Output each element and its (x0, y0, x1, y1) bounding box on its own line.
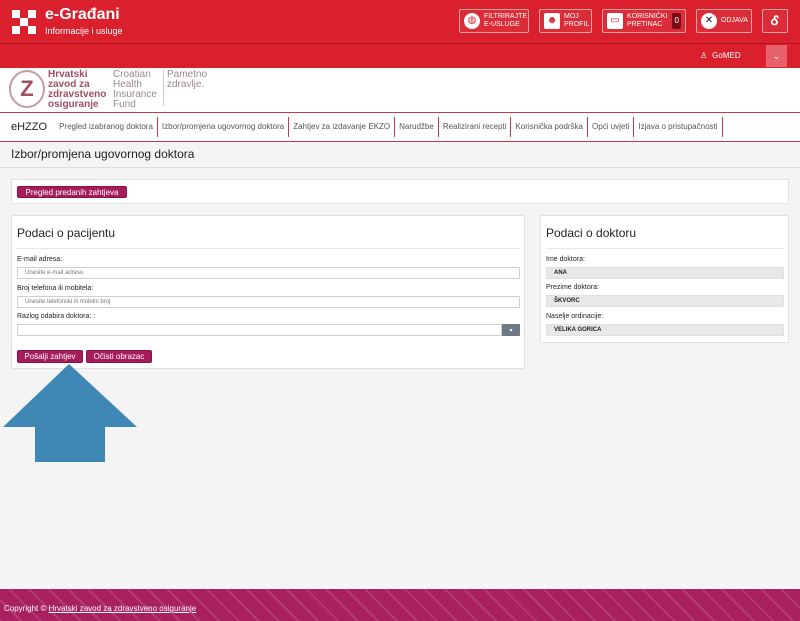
my-profile-button[interactable]: ☻ MOJ PROFIL (539, 9, 592, 33)
doctor-first-name-value: ANA (546, 267, 784, 279)
page-title: Izbor/promjena ugovornog doktora (11, 147, 195, 161)
hzzo-name-hr: Hrvatski zavod za zdravstveno osiguranje (48, 69, 107, 110)
user-menu[interactable]: ♙ GoMED (700, 51, 741, 60)
logout-button[interactable]: ✕ ODJAVA (696, 9, 752, 33)
patient-title-divider (17, 248, 520, 249)
doctor-last-name-value: ŠKVORC (546, 295, 784, 307)
accessibility-icon[interactable]: Ꮄ (762, 9, 788, 33)
nav-item-zahtjev-ekzo[interactable]: Zahtjev za izdavanje EKZO (289, 117, 396, 137)
brand-subtitle: Informacije i usluge (45, 26, 123, 36)
footer-copyright: Copyright © Hrvatski zavod za zdravstven… (4, 604, 196, 613)
user-name: GoMED (712, 51, 741, 60)
review-requests-button[interactable]: Pregled predanih zahtjeva (17, 186, 127, 198)
footer: Copyright © Hrvatski zavod za zdravstven… (0, 589, 800, 621)
reason-select[interactable] (17, 324, 502, 336)
phone-label: Broj telefona ili mobitela: (17, 285, 94, 292)
user-bar: ♙ GoMED ⌄ (0, 43, 800, 68)
footer-prefix: Copyright © (4, 604, 49, 613)
hzzo-name-en: Croatian Health Insurance Fund (113, 69, 157, 110)
e-gradani-brand[interactable]: e-Građani Informacije i usluge (12, 7, 123, 37)
inbox-label-1: KORISNIČKI (627, 13, 668, 20)
nav-item-korisnicka-podrska[interactable]: Korisnička podrška (511, 117, 589, 137)
nav-item-pregled-doktora[interactable]: Pregled izabranog doktora (55, 117, 158, 137)
clear-form-button[interactable]: Očisti obrazac (86, 350, 152, 363)
reason-label: Razlog odabira doktora: : (17, 313, 96, 320)
filter-globe-icon: ◍ (464, 13, 480, 29)
top-bar: e-Građani Informacije i usluge ◍ FILTRIR… (0, 0, 800, 43)
filter-label-1: FILTRIRAJTE (484, 13, 528, 20)
doctor-title-divider (546, 248, 784, 249)
inbox-label-2: PRETINAC (627, 21, 663, 28)
hzzo-header: Z Hrvatski zavod za zdravstveno osiguranje … (0, 68, 800, 112)
doctor-section-title: Podaci o doktoru (546, 226, 637, 240)
user-icon: ♙ (700, 51, 708, 60)
email-label: E-mail adresa: (17, 256, 63, 263)
inbox-count-badge: 0 (672, 13, 681, 29)
phone-field[interactable]: Unesite telefonski ili mobilni broj (17, 296, 520, 308)
doctor-town-value: VELIKA GORICA (546, 324, 784, 336)
e-gradani-logo-icon (12, 10, 36, 34)
doctor-first-name-label: Ime doktora: (546, 256, 585, 263)
close-icon: ✕ (701, 13, 717, 29)
nav-item-realizirani-recepti[interactable]: Realizirani recepti (439, 117, 512, 137)
review-panel: Pregled predanih zahtjeva (11, 179, 789, 204)
hzzo-logo-icon[interactable]: Z (9, 70, 45, 108)
brand-title: e-Građani (45, 6, 120, 23)
profile-head-icon: ☻ (544, 13, 560, 29)
nav-item-narudzbe[interactable]: Narudžbe (395, 117, 439, 137)
patient-section-title: Podaci o pacijentu (17, 226, 116, 240)
email-field[interactable]: Unesite e-mail adresu (17, 267, 520, 279)
logout-label: ODJAVA (721, 17, 748, 24)
title-divider (0, 167, 800, 168)
nav-item-izjava-pristupacnosti[interactable]: Izjava o pristupačnosti (634, 117, 723, 137)
inbox-icon: ▭ (607, 13, 623, 29)
annotation-arrow-up (3, 364, 137, 462)
main-nav: eHZZO Pregled izabranog doktora Izbor/pr… (0, 112, 800, 142)
chevron-down-icon[interactable]: ⌄ (766, 45, 787, 67)
profile-label-2: PROFIL (564, 21, 590, 28)
submit-request-button[interactable]: Pošalji zahtjev (17, 350, 83, 363)
filter-label-2: E-USLUGE (484, 21, 520, 28)
hzzo-tagline: Pametno zdravlje. (167, 69, 208, 90)
nav-brand[interactable]: eHZZO (0, 121, 55, 133)
patient-panel: Podaci o pacijentu E-mail adresa: Unesit… (11, 215, 525, 369)
footer-hzzo-link[interactable]: Hrvatski zavod za zdravstveno osiguranje (49, 604, 197, 613)
header-divider (163, 70, 164, 106)
nav-item-izbor-promjena[interactable]: Izbor/promjena ugovornog doktora (158, 117, 290, 137)
doctor-panel: Podaci o doktoru Ime doktora: ANA Prezim… (540, 215, 789, 343)
doctor-last-name-label: Prezime doktora: (546, 284, 599, 291)
filter-services-button[interactable]: ◍ FILTRIRAJTE E-USLUGE (459, 9, 529, 33)
profile-label-1: MOJ (564, 13, 579, 20)
doctor-town-label: Naselje ordinacije: (546, 313, 604, 320)
user-inbox-button[interactable]: ▭ KORISNIČKI PRETINAC 0 (602, 9, 686, 33)
select-dropdown-icon[interactable]: ▾ (502, 324, 520, 336)
nav-item-opci-uvjeti[interactable]: Opći uvjeti (588, 117, 635, 137)
